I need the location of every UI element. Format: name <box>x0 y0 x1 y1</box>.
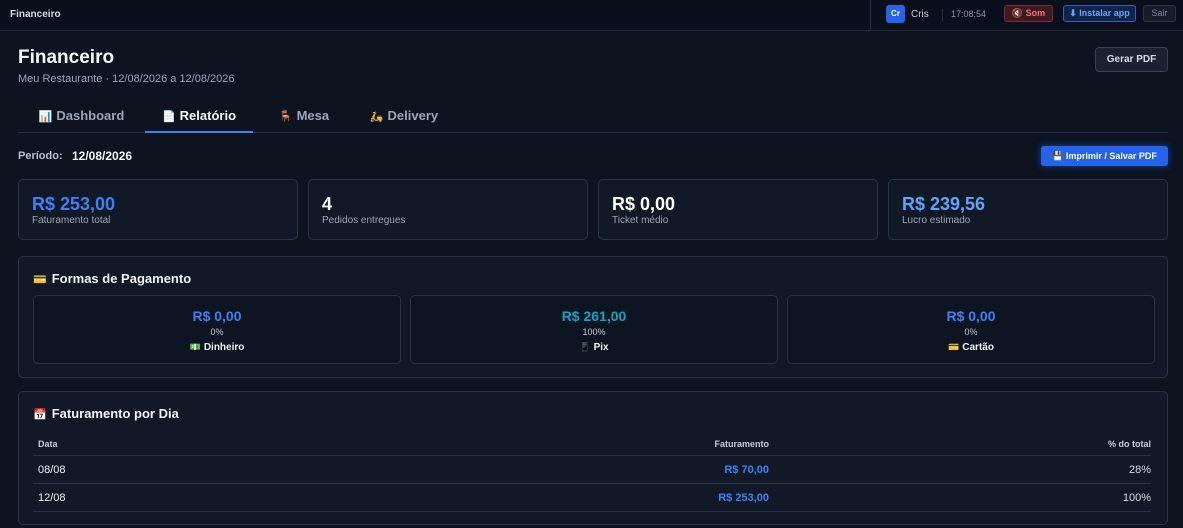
scooter-icon: 🛵 <box>369 111 384 123</box>
panel-title: 💳 Formas de Pagamento <box>33 271 191 286</box>
kpi-card-profit: R$ 239,56 Lucro estimado <box>888 179 1168 240</box>
row-share: 28% <box>1128 464 1151 476</box>
daily-revenue-table: Data Faturamento % do total 08/08 R$ 70,… <box>33 434 1151 512</box>
sound-toggle-button[interactable]: 🔇 Som <box>1004 5 1053 22</box>
column-header-date: Data <box>38 439 58 449</box>
phone-icon: 📱 <box>579 342 591 352</box>
column-header-revenue: Faturamento <box>714 439 769 449</box>
tab-delivery[interactable]: 🛵 Delivery <box>360 101 448 133</box>
username: Cris <box>911 9 929 20</box>
payment-name-text: Cartão <box>962 342 994 353</box>
page-title: Financeiro <box>18 47 115 68</box>
row-date: 08/08 <box>38 464 66 476</box>
credit-card-icon: 💳 <box>33 274 47 286</box>
row-share: 100% <box>1122 492 1151 504</box>
payment-percent: 100% <box>582 327 606 337</box>
tab-mesa[interactable]: 🪑 Mesa <box>263 101 345 133</box>
payment-methods-panel: 💳 Formas de Pagamento R$ 0,00 0% 💵 Dinheir… <box>18 256 1168 378</box>
tab-label: Delivery <box>387 108 439 123</box>
payment-amount: R$ 261,00 <box>561 308 627 324</box>
kpi-card-revenue: R$ 253,00 Faturamento total <box>18 179 298 240</box>
logout-button[interactable]: Sair <box>1143 5 1176 22</box>
panel-title: 📅 Faturamento por Dia <box>33 406 179 421</box>
payment-percent: 0% <box>210 327 224 337</box>
tab-dashboard[interactable]: 📊 Dashboard <box>18 101 145 133</box>
table-row: 12/08 R$ 253,00 100% <box>33 484 1151 512</box>
payment-name: 💳 Cartão <box>788 342 1154 353</box>
payment-name-text: Dinheiro <box>203 342 245 353</box>
kpi-value: 4 <box>322 194 333 214</box>
kpi-label: Ticket médio <box>612 215 669 226</box>
kpi-value: R$ 253,00 <box>32 194 116 214</box>
kpi-label: Faturamento total <box>32 215 111 226</box>
table-row: 08/08 R$ 70,00 28% <box>33 456 1151 484</box>
payment-name-text: Pix <box>593 342 609 353</box>
period-value: 12/08/2026 <box>72 149 133 163</box>
tab-label: Dashboard <box>56 108 125 123</box>
row-revenue: R$ 70,00 <box>724 464 769 476</box>
table-header: Data Faturamento % do total <box>33 434 1151 456</box>
app-title: Financeiro <box>10 9 61 20</box>
panel-title-text: Faturamento por Dia <box>51 406 179 421</box>
payment-cash: R$ 0,00 0% 💵 Dinheiro <box>33 295 401 364</box>
kpi-label: Lucro estimado <box>902 215 971 226</box>
panel-title-text: Formas de Pagamento <box>51 271 192 286</box>
page-subtitle: Meu Restaurante · 12/08/2026 a 12/08/202… <box>18 73 235 85</box>
period-label: Período: <box>18 150 63 162</box>
payment-name: 💵 Dinheiro <box>34 342 400 353</box>
chart-icon: 📊 <box>38 111 53 123</box>
kpi-card-ticket: R$ 0,00 Ticket médio <box>598 179 878 240</box>
payment-pix: R$ 261,00 100% 📱 Pix <box>410 295 778 364</box>
kpi-label: Pedidos entregues <box>322 215 406 226</box>
row-date: 12/08 <box>38 492 66 504</box>
print-save-pdf-button[interactable]: 💾 Imprimir / Salvar PDF <box>1041 146 1168 166</box>
tab-bar: 📊 Dashboard 📄 Relatório 🪑 Mesa 🛵 Delivery <box>18 101 1168 133</box>
payment-name: 📱 Pix <box>411 342 777 353</box>
avatar[interactable]: Cr <box>886 5 905 23</box>
kpi-value: R$ 0,00 <box>612 194 676 214</box>
tab-label: Mesa <box>296 108 330 123</box>
payment-amount: R$ 0,00 <box>946 308 996 324</box>
payment-card: R$ 0,00 0% 💳 Cartão <box>787 295 1155 364</box>
payment-amount: R$ 0,00 <box>192 308 242 324</box>
column-header-share: % do total <box>1108 439 1151 449</box>
clock: 17:08:54 <box>951 9 987 19</box>
install-app-button[interactable]: ⬇ Instalar app <box>1063 5 1136 22</box>
payment-percent: 0% <box>964 327 978 337</box>
tab-label: Relatório <box>179 108 237 123</box>
generate-pdf-button[interactable]: Gerar PDF <box>1095 47 1168 72</box>
credit-card-icon: 💳 <box>948 342 960 352</box>
row-revenue: R$ 253,00 <box>718 492 769 504</box>
document-icon: 📄 <box>161 111 176 123</box>
calendar-icon: 📅 <box>33 409 47 421</box>
daily-revenue-panel: 📅 Faturamento por Dia Data Faturamento % … <box>18 391 1168 525</box>
kpi-card-orders: 4 Pedidos entregues <box>308 179 588 240</box>
divider <box>870 0 871 31</box>
chair-icon: 🪑 <box>278 111 293 123</box>
divider <box>942 9 943 22</box>
kpi-value: R$ 239,56 <box>902 194 986 214</box>
tab-relatorio[interactable]: 📄 Relatório <box>145 101 253 133</box>
top-bar: Financeiro Cr Cris 17:08:54 🔇 Som ⬇ Inst… <box>0 0 1183 31</box>
banknote-icon: 💵 <box>189 342 201 352</box>
